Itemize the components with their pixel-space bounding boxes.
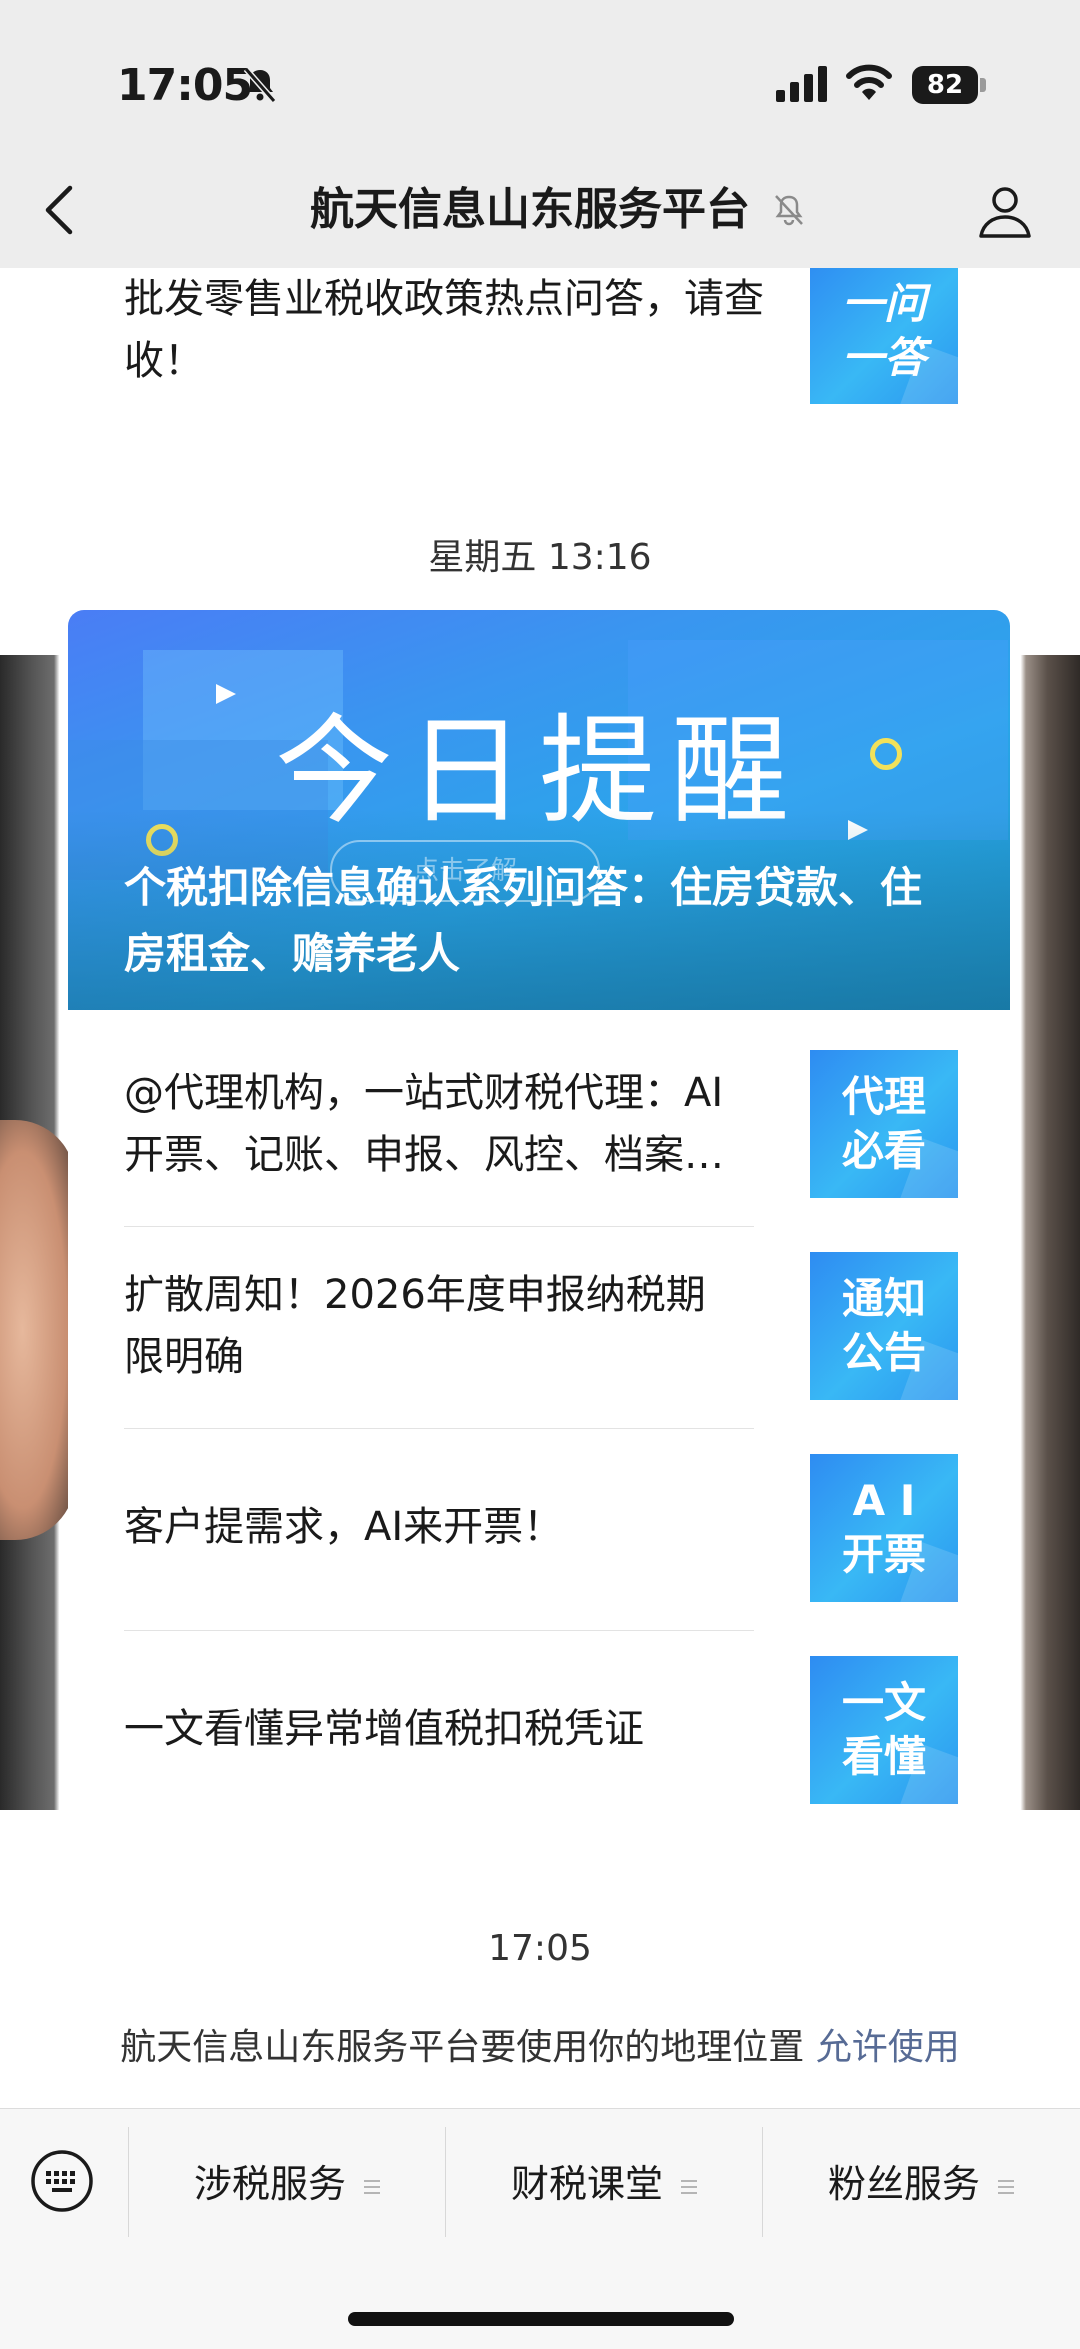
list-item-title: 一文看懂异常增值税扣税凭证 <box>124 1706 644 1752</box>
previous-article-title: 批发零售业税收政策热点问答，请查收！ <box>124 276 764 384</box>
allow-location-link[interactable]: 允许使用 <box>816 2027 960 2068</box>
list-item-title: @代理机构，一站式财税代理：AI开票、记账、申报、风控、档案… <box>124 1070 724 1178</box>
menu-lines-icon <box>998 2179 1014 2194</box>
list-item[interactable]: 扩散周知！2026年度申报纳税期限明确 通知 公告 <box>68 1212 1010 1414</box>
battery-icon: 82 <box>912 66 986 106</box>
menu-item-label: 财税课堂 <box>510 2162 663 2206</box>
menu-tax-services[interactable]: 涉税服务 <box>130 2129 444 2239</box>
menu-lines-icon <box>681 2179 697 2194</box>
menu-item-label: 粉丝服务 <box>827 2162 980 2206</box>
list-item[interactable]: @代理机构，一站式财税代理：AI开票、记账、申报、风控、档案… 代理 必看 <box>68 1010 1010 1212</box>
list-item[interactable]: 客户提需求，AI来开票！ A I 开票 <box>68 1414 1010 1616</box>
status-time: 17:05 <box>117 60 253 111</box>
article-banner[interactable]: 今日提醒 点击了解 个税扣除信息确认系列问答：住房贷款、住房租金、赡养老人 <box>68 610 1010 1010</box>
menu-item-label: 涉税服务 <box>193 2162 346 2206</box>
location-request-text: 航天信息山东服务平台要使用你的地理位置 <box>120 2027 805 2068</box>
list-item-title: 扩散周知！2026年度申报纳税期限明确 <box>124 1272 706 1380</box>
list-item-thumb: 通知 公告 <box>810 1252 958 1400</box>
time-separator: 17:05 <box>488 1928 592 1969</box>
signal-icon <box>776 66 827 102</box>
time-separator: 星期五 13:16 <box>428 537 652 578</box>
menu-fan-services[interactable]: 粉丝服务 <box>764 2129 1078 2239</box>
page-title: 航天信息山东服务平台 <box>0 180 1080 240</box>
list-item[interactable]: 一文看懂异常增值税扣税凭证 一文 看懂 <box>68 1616 1010 1810</box>
triangle-decoration-icon <box>216 684 236 704</box>
list-item-thumb: 一文 看懂 <box>810 1656 958 1804</box>
ring-decoration-icon <box>870 738 902 770</box>
article-card: 今日提醒 点击了解 个税扣除信息确认系列问答：住房贷款、住房租金、赡养老人 @代… <box>68 610 1010 1810</box>
mute-icon <box>775 195 803 226</box>
location-request: 航天信息山东服务平台要使用你的地理位置 允许使用 <box>0 2018 1080 2070</box>
page-title-text: 航天信息山东服务平台 <box>310 184 750 235</box>
list-item-title: 客户提需求，AI来开票！ <box>124 1504 564 1550</box>
list-item-thumb: A I 开票 <box>810 1454 958 1602</box>
bell-off-icon <box>243 67 277 103</box>
background-photo-detail <box>0 1120 75 1540</box>
banner-article-title: 个税扣除信息确认系列问答：住房贷款、住房租金、赡养老人 <box>124 863 923 978</box>
battery-level: 82 <box>912 66 978 104</box>
wifi-icon <box>846 64 892 100</box>
profile-icon[interactable] <box>976 182 1034 240</box>
menu-lines-icon <box>364 2179 380 2194</box>
keyboard-icon[interactable] <box>30 2149 94 2213</box>
top-chrome: 17:05 82 航天信息山东服务平台 <box>0 0 1080 268</box>
list-item-thumb: 代理 必看 <box>810 1050 958 1198</box>
previous-article-thumb: 一问 一答 <box>810 258 958 404</box>
menu-finance-classroom[interactable]: 财税课堂 <box>447 2129 761 2239</box>
home-indicator <box>348 2312 734 2326</box>
previous-article[interactable]: 批发零售业税收政策热点问答，请查收！ 一问 一答 <box>0 258 1080 418</box>
